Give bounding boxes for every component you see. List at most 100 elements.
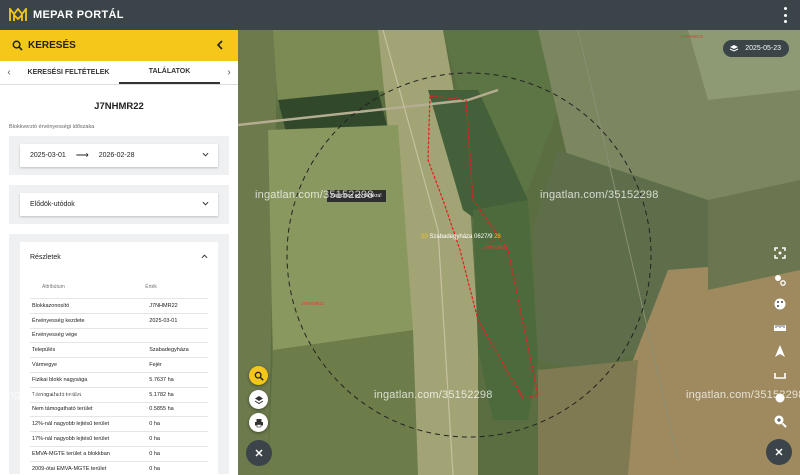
table-row: Érvényesség vége xyxy=(30,327,208,343)
attribute-value: 2025-03-01 xyxy=(145,312,208,329)
compass-north-icon[interactable] xyxy=(773,344,787,358)
attribute-value: 5.1782 ha xyxy=(145,386,208,403)
ancestors-select[interactable]: Elődök-utódok xyxy=(20,193,218,216)
details-header[interactable]: Részletek xyxy=(30,242,208,272)
period-label: Blokkverzió érvényességi időszaka xyxy=(9,124,95,130)
attribute-value: 0 ha xyxy=(145,431,208,447)
attributes-table: Attribútum Érték Blokkazonosító J7NHMR22 É… xyxy=(30,280,208,475)
more-menu-icon[interactable] xyxy=(782,7,788,23)
chevron-up-icon xyxy=(201,254,208,259)
table-row: EMVA-MGTE terület a blokkban 0 ha xyxy=(30,445,208,462)
tab-scroll-right-icon[interactable]: › xyxy=(220,61,238,84)
satellite-imagery xyxy=(238,30,800,475)
table-row: Vármegye Fejér xyxy=(30,357,208,373)
attribute-value: J7NHMR22 xyxy=(145,298,208,314)
attribute-name: 12%-nál nagyobb lejtésű terület xyxy=(30,416,146,432)
table-row: 12%-nál nagyobb lejtésű terület 0 ha xyxy=(30,416,208,432)
close-icon xyxy=(775,448,783,456)
watermark: ingatlan.com/35152298 xyxy=(540,189,659,201)
collapse-panel-icon[interactable] xyxy=(215,40,225,50)
table-row: Érvényesség kezdete 2025-03-01 xyxy=(30,312,208,329)
map-block-label: J7NHMR22 xyxy=(680,34,704,39)
details-label: Részletek xyxy=(30,253,61,261)
attribute-name: Nem támogatható terület xyxy=(30,401,146,417)
block-id-heading: J7NHMR22 xyxy=(94,101,144,112)
attribute-name: EMVA-MGTE terület a blokkban xyxy=(30,445,146,462)
print-button[interactable] xyxy=(249,413,268,432)
attribute-name: Érvényesség kezdete xyxy=(30,312,146,329)
zoom-in-icon[interactable] xyxy=(773,414,787,428)
ancestors-label: Elődök-utódok xyxy=(30,201,75,208)
imagery-date: 2025-05-23 xyxy=(745,45,781,52)
period-from: 2025-03-01 xyxy=(30,152,66,159)
watermark: ingatlan.com/35152298 xyxy=(255,189,374,201)
attribute-value xyxy=(145,327,208,343)
panel-title: KERESÉS xyxy=(28,40,76,51)
panel-tabs: ‹ KERESÉSI FELTÉTELEK TALÁLATOK › xyxy=(0,61,238,85)
search-button[interactable] xyxy=(249,366,268,385)
tab-search-criteria[interactable]: KERESÉSI FELTÉTELEK xyxy=(18,61,119,84)
close-right-button[interactable] xyxy=(766,439,792,465)
chevron-down-icon xyxy=(202,152,209,157)
chevron-down-icon xyxy=(202,201,209,206)
table-row: Fizikai blokk nagysága 5.7637 ha xyxy=(30,371,208,388)
ancestors-card: Elődök-utódok xyxy=(9,185,229,224)
measure-icon[interactable] xyxy=(773,273,787,287)
search-icon xyxy=(254,371,264,381)
watermark: ingatlan.com/35152298 xyxy=(5,389,124,401)
attribute-value: Fejér xyxy=(145,357,208,373)
layers-button[interactable] xyxy=(249,390,268,409)
imagery-date-chip[interactable]: 2025-05-23 xyxy=(723,40,789,57)
col-header-value: Érték xyxy=(145,284,157,290)
close-left-button[interactable] xyxy=(246,440,272,466)
period-to: 2026-02-28 xyxy=(98,152,135,159)
top-bar: MEPAR PORTÁL xyxy=(0,0,800,30)
map-block-label: J7NHMR22 xyxy=(301,301,325,306)
parcel-suffix: 28 xyxy=(494,234,501,240)
attribute-name: Település xyxy=(30,342,146,358)
period-card: 2025-03-01 ⟶ 2026-02-28 xyxy=(9,136,229,175)
parcel-prefix: 20 xyxy=(421,234,428,240)
attribute-value: 0 ha xyxy=(145,460,208,475)
locate-icon[interactable] xyxy=(773,391,787,405)
tab-results[interactable]: TALÁLATOK xyxy=(119,61,220,84)
app-title: MEPAR PORTÁL xyxy=(33,9,124,21)
arrow-right-icon: ⟶ xyxy=(75,150,89,160)
print-icon xyxy=(254,418,263,427)
attribute-value: 5.7637 ha xyxy=(145,371,208,388)
table-row: 17%-nál nagyobb lejtésű terület 0 ha xyxy=(30,431,208,447)
attribute-name: Blokkazonosító xyxy=(30,298,146,314)
scale-icon[interactable] xyxy=(773,368,787,382)
col-header-attribute: Attribútum xyxy=(42,284,65,290)
parcel-label: 20 Szabadegyháza 0627/9 28 xyxy=(421,234,501,240)
parcel-block-code: J7NHMR22 xyxy=(482,245,508,251)
attribute-name: Fizikai blokk nagysága xyxy=(30,371,146,388)
palette-icon[interactable] xyxy=(773,297,787,311)
watermark: ingatlan.com/35152298 xyxy=(374,389,493,401)
layers-icon xyxy=(729,45,739,52)
table-row: Nem támogatható terület 0.5855 ha xyxy=(30,401,208,417)
tab-scroll-left-icon[interactable]: ‹ xyxy=(0,61,18,84)
attribute-value: 0 ha xyxy=(145,416,208,432)
period-select[interactable]: 2025-03-01 ⟶ 2026-02-28 xyxy=(20,144,218,167)
table-row: Település Szabadegyháza xyxy=(30,342,208,358)
attribute-value: 0 ha xyxy=(145,445,208,462)
ruler-icon[interactable] xyxy=(773,321,787,335)
layers-icon xyxy=(254,395,263,404)
mepar-logo-icon xyxy=(9,8,27,21)
panel-header: KERESÉS xyxy=(0,30,238,61)
attribute-name: 17%-nál nagyobb lejtésű terület xyxy=(30,431,146,447)
map-view[interactable] xyxy=(238,30,800,475)
details-panel: Részletek Attribútum Érték Blokkazonosít… xyxy=(20,242,218,475)
parcel-name: Szabadegyháza 0627/9 xyxy=(429,234,493,240)
fullscreen-icon[interactable] xyxy=(773,246,787,260)
attribute-name: 2009-ótai EMVA-MGTE terület xyxy=(30,460,146,475)
attribute-value: Szabadegyháza xyxy=(145,342,208,358)
search-icon xyxy=(12,40,23,51)
table-row: Blokkazonosító J7NHMR22 xyxy=(30,298,208,314)
search-panel: KERESÉS ‹ KERESÉSI FELTÉTELEK TALÁLATOK … xyxy=(0,30,238,475)
table-row: 2009-ótai EMVA-MGTE terület 0 ha xyxy=(30,460,208,475)
details-card: Részletek Attribútum Érték Blokkazonosít… xyxy=(9,234,229,475)
attribute-name: Vármegye xyxy=(30,357,146,373)
close-icon xyxy=(255,449,263,457)
